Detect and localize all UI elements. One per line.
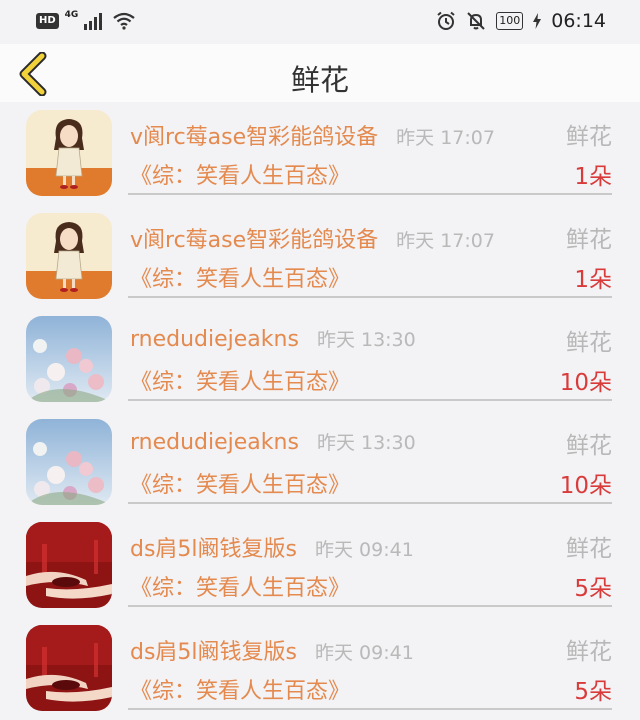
- avatar[interactable]: [26, 213, 112, 299]
- girl-avatar-image: [26, 213, 112, 299]
- gift-count: 10朵: [559, 370, 612, 396]
- red-hands-avatar-image: [26, 522, 112, 608]
- avatar[interactable]: [26, 625, 112, 711]
- send-time: 昨天 13:30: [316, 329, 416, 351]
- sender-name: v阆rc莓ase智彩能鸽设备 昨天 17:07: [130, 222, 495, 254]
- red-hands-avatar-image: [26, 625, 112, 711]
- page-title: 鲜花: [290, 63, 349, 97]
- status-left: HD 4G: [36, 10, 136, 30]
- list-item[interactable]: v阆rc莓ase智彩能鸽设备 昨天 17:07 鲜花 《综：笑看人生百态》 1朵: [0, 102, 640, 205]
- list-item[interactable]: v阆rc莓ase智彩能鸽设备 昨天 17:07 鲜花 《综：笑看人生百态》 1朵: [0, 205, 640, 308]
- list-item[interactable]: rnedudiejeakns 昨天 13:30 鲜花 《综：笑看人生百态》 10朵: [0, 308, 640, 411]
- battery-indicator: 100: [496, 12, 524, 30]
- gift-type: 鲜花: [566, 433, 612, 459]
- avatar[interactable]: [26, 419, 112, 505]
- top-nav-bar: 鲜花: [0, 44, 640, 102]
- book-title-link[interactable]: 《综：笑看人生百态》: [130, 467, 350, 499]
- sender-name: rnedudiejeakns 昨天 13:30: [130, 428, 416, 455]
- alarm-icon: [437, 11, 455, 30]
- book-title-link[interactable]: 《综：笑看人生百态》: [130, 364, 350, 396]
- avatar[interactable]: [26, 522, 112, 608]
- status-bar: HD 4G 100 06:14: [0, 0, 640, 44]
- gift-type: 鲜花: [566, 536, 612, 562]
- list-item[interactable]: rnedudiejeakns 昨天 13:30 鲜花 《综：笑看人生百态》 10朵: [0, 411, 640, 514]
- list-item[interactable]: ds肩5l阚钱复版s 昨天 09:41 鲜花 《综：笑看人生百态》 5朵: [0, 514, 640, 617]
- divider: [128, 708, 612, 710]
- book-title-link[interactable]: 《综：笑看人生百态》: [130, 570, 350, 602]
- send-time: 昨天 09:41: [315, 642, 414, 664]
- send-time: 昨天 09:41: [315, 539, 414, 561]
- sender-name: v阆rc莓ase智彩能鸽设备 昨天 17:07: [130, 119, 495, 151]
- send-time: 昨天 17:07: [396, 127, 495, 149]
- sender-name: rnedudiejeakns 昨天 13:30: [130, 325, 416, 352]
- sender-name-text: rnedudiejeakns: [130, 430, 299, 455]
- hd-badge: HD: [36, 13, 59, 29]
- flowers-avatar-image: [26, 419, 112, 505]
- status-right: 100 06:14: [436, 10, 606, 32]
- charging-icon: [533, 13, 542, 29]
- send-time: 昨天 17:07: [396, 230, 495, 252]
- avatar[interactable]: [26, 316, 112, 402]
- gift-count: 5朵: [574, 576, 612, 602]
- girl-avatar-image: [26, 110, 112, 196]
- gift-count: 1朵: [574, 164, 612, 190]
- gift-type: 鲜花: [566, 124, 612, 150]
- mute-bell-icon: [467, 12, 485, 30]
- sender-name: ds肩5l阚钱复版s 昨天 09:41: [130, 531, 414, 563]
- book-title-link[interactable]: 《综：笑看人生百态》: [130, 261, 350, 293]
- sender-name: ds肩5l阚钱复版s 昨天 09:41: [130, 634, 414, 666]
- divider: [128, 605, 612, 607]
- sender-name-text: v阆rc莓ase智彩能鸽设备: [130, 125, 379, 150]
- avatar[interactable]: [26, 110, 112, 196]
- book-title-link[interactable]: 《综：笑看人生百态》: [130, 158, 350, 190]
- sender-name-text: rnedudiejeakns: [130, 327, 299, 352]
- sender-name-text: ds肩5l阚钱复版s: [130, 537, 297, 562]
- book-title-link[interactable]: 《综：笑看人生百态》: [130, 673, 350, 705]
- gift-count: 10朵: [559, 473, 612, 499]
- sender-name-text: v阆rc莓ase智彩能鸽设备: [130, 228, 379, 253]
- gift-count: 1朵: [574, 267, 612, 293]
- sender-name-text: ds肩5l阚钱复版s: [130, 640, 297, 665]
- signal-icon: [84, 13, 103, 30]
- clock: 06:14: [551, 10, 606, 32]
- divider: [128, 296, 612, 298]
- gift-record-list: v阆rc莓ase智彩能鸽设备 昨天 17:07 鲜花 《综：笑看人生百态》 1朵 …: [0, 102, 640, 720]
- flowers-avatar-image: [26, 316, 112, 402]
- gift-count: 5朵: [574, 679, 612, 705]
- divider: [128, 193, 612, 195]
- wifi-icon: [113, 12, 136, 30]
- gift-type: 鲜花: [566, 227, 612, 253]
- gift-type: 鲜花: [566, 330, 612, 356]
- divider: [128, 502, 612, 504]
- network-type: 4G: [64, 10, 79, 20]
- send-time: 昨天 13:30: [316, 432, 416, 454]
- gift-type: 鲜花: [566, 639, 612, 665]
- list-item[interactable]: ds肩5l阚钱复版s 昨天 09:41 鲜花 《综：笑看人生百态》 5朵: [0, 617, 640, 720]
- divider: [128, 399, 612, 401]
